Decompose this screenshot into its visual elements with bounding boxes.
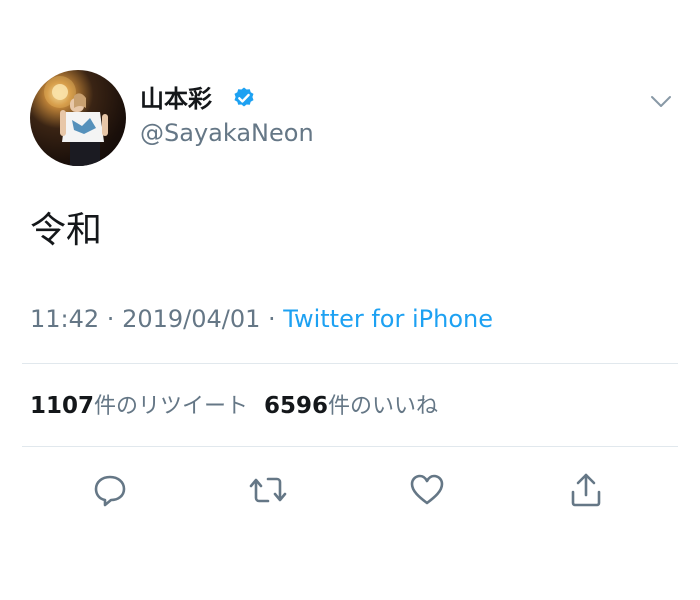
divider xyxy=(22,446,678,447)
meta-separator: · xyxy=(260,305,284,333)
tweet-time[interactable]: 11:42 xyxy=(30,305,99,333)
retweet-button[interactable] xyxy=(248,470,288,510)
like-stat[interactable]: 6596件のいいね xyxy=(264,393,439,419)
reply-icon xyxy=(94,475,126,507)
tweet-meta: 11:42 · 2019/04/01 · Twitter for iPhone xyxy=(30,304,493,334)
retweet-icon xyxy=(249,477,287,503)
like-button[interactable] xyxy=(407,470,447,510)
tweet-detail: 山本彩 @SayakaNeon 令和 11:42 · 2019/04/01 · … xyxy=(0,0,700,600)
retweet-count: 1107 xyxy=(30,393,95,419)
like-label: 件のいいね xyxy=(328,394,439,419)
like-count: 6596 xyxy=(264,393,329,419)
avatar-photo xyxy=(44,76,108,166)
share-icon xyxy=(571,473,601,507)
retweet-label: 件のリツイート xyxy=(94,394,249,419)
retweet-stat[interactable]: 1107件のリツイート xyxy=(30,393,249,419)
heart-icon xyxy=(410,474,444,505)
user-handle[interactable]: @SayakaNeon xyxy=(140,118,314,148)
chevron-down-icon[interactable] xyxy=(650,90,672,112)
display-name[interactable]: 山本彩 xyxy=(140,84,212,114)
avatar[interactable] xyxy=(30,70,126,166)
reply-button[interactable] xyxy=(90,470,130,510)
meta-separator: · xyxy=(99,305,123,333)
tweet-date[interactable]: 2019/04/01 xyxy=(122,305,260,333)
divider xyxy=(22,363,678,364)
tweet-source-link[interactable]: Twitter for iPhone xyxy=(283,305,493,333)
tweet-stats: 1107件のリツイート 6596件のいいね xyxy=(30,391,438,422)
share-button[interactable] xyxy=(566,470,606,510)
verified-badge-icon xyxy=(234,87,254,107)
tweet-text: 令和 xyxy=(30,210,103,251)
